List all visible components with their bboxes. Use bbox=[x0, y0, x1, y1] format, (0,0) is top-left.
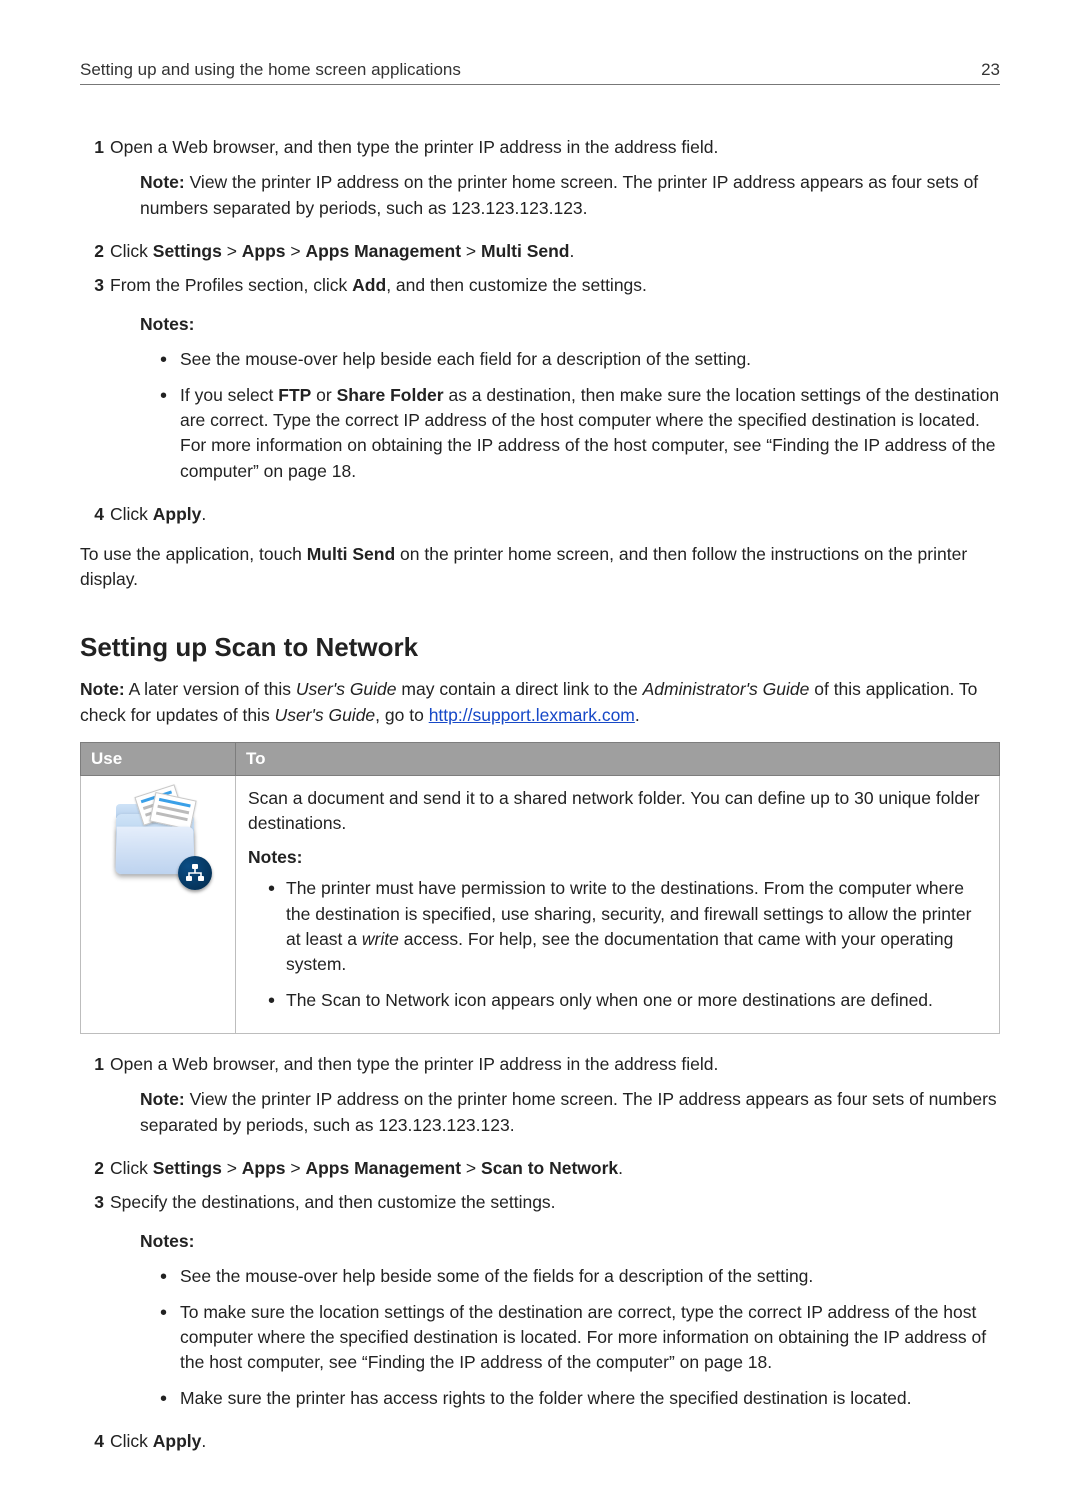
note-label: Note: bbox=[140, 1089, 185, 1109]
page-number: 23 bbox=[981, 60, 1000, 80]
step-number: 4 bbox=[80, 502, 104, 527]
step-number: 1 bbox=[80, 1052, 104, 1148]
feature-table: Use To bbox=[80, 742, 1000, 1034]
scan-to-network-folder-icon bbox=[108, 786, 208, 886]
feature-description: Scan a document and send it to a shared … bbox=[248, 786, 987, 837]
notes-heading: Notes: bbox=[140, 312, 1000, 337]
step-number: 1 bbox=[80, 135, 104, 231]
step-text: Specify the destinations, and then custo… bbox=[110, 1192, 556, 1212]
notes-heading: Notes: bbox=[140, 1229, 1000, 1254]
step-text: Open a Web browser, and then type the pr… bbox=[110, 137, 718, 157]
section-intro: Note: A later version of this User's Gui… bbox=[80, 677, 1000, 728]
table-header-use: Use bbox=[81, 743, 236, 776]
step-number: 2 bbox=[80, 239, 104, 264]
step-number: 2 bbox=[80, 1156, 104, 1181]
note-block: Note: View the printer IP address on the… bbox=[140, 170, 1000, 221]
step-number: 3 bbox=[80, 273, 104, 495]
header-title: Setting up and using the home screen app… bbox=[80, 60, 461, 80]
list-item: To make sure the location settings of th… bbox=[160, 1300, 1000, 1376]
list-item: The printer must have permission to writ… bbox=[268, 876, 987, 978]
table-cell-icon bbox=[81, 776, 236, 1034]
step-number: 4 bbox=[80, 1429, 104, 1454]
network-icon bbox=[178, 856, 212, 890]
section-heading: Setting up Scan to Network bbox=[80, 632, 1000, 663]
page: Setting up and using the home screen app… bbox=[0, 0, 1080, 1503]
list-item: Make sure the printer has access rights … bbox=[160, 1386, 1000, 1411]
support-link[interactable]: http://support.lexmark.com bbox=[429, 705, 635, 725]
note-body: View the printer IP address on the print… bbox=[140, 172, 978, 217]
step-text: Click Apply. bbox=[110, 1431, 206, 1451]
list-item: The Scan to Network icon appears only wh… bbox=[268, 988, 987, 1013]
step-number: 3 bbox=[80, 1190, 104, 1422]
step-text: Open a Web browser, and then type the pr… bbox=[110, 1054, 718, 1074]
step-text: Click Apply. bbox=[110, 504, 206, 524]
list-item: If you select FTP or Share Folder as a d… bbox=[160, 383, 1000, 485]
steps-scan-to-network: 1 Open a Web browser, and then type the … bbox=[80, 1052, 1000, 1455]
notes-list: See the mouse‑over help beside each fiel… bbox=[160, 347, 1000, 484]
page-header: Setting up and using the home screen app… bbox=[80, 60, 1000, 85]
closing-paragraph: To use the application, touch Multi Send… bbox=[80, 542, 1000, 593]
notes-list: The printer must have permission to writ… bbox=[268, 876, 987, 1013]
table-header-to: To bbox=[236, 743, 1000, 776]
step-text: From the Profiles section, click Add, an… bbox=[110, 275, 647, 295]
note-body: View the printer IP address on the print… bbox=[140, 1089, 997, 1134]
list-item: See the mouse‑over help beside each fiel… bbox=[160, 347, 1000, 372]
list-item: See the mouse-over help beside some of t… bbox=[160, 1264, 1000, 1289]
step-text: Click Settings > Apps > Apps Management … bbox=[110, 241, 574, 261]
note-label: Note: bbox=[140, 172, 185, 192]
notes-heading: Notes: bbox=[248, 845, 987, 870]
table-cell-description: Scan a document and send it to a shared … bbox=[236, 776, 1000, 1034]
step-text: Click Settings > Apps > Apps Management … bbox=[110, 1158, 623, 1178]
note-block: Note: View the printer IP address on the… bbox=[140, 1087, 1000, 1138]
notes-list: See the mouse-over help beside some of t… bbox=[160, 1264, 1000, 1411]
table-row: Scan a document and send it to a shared … bbox=[81, 776, 1000, 1034]
steps-multi-send: 1 Open a Web browser, and then type the … bbox=[80, 135, 1000, 528]
